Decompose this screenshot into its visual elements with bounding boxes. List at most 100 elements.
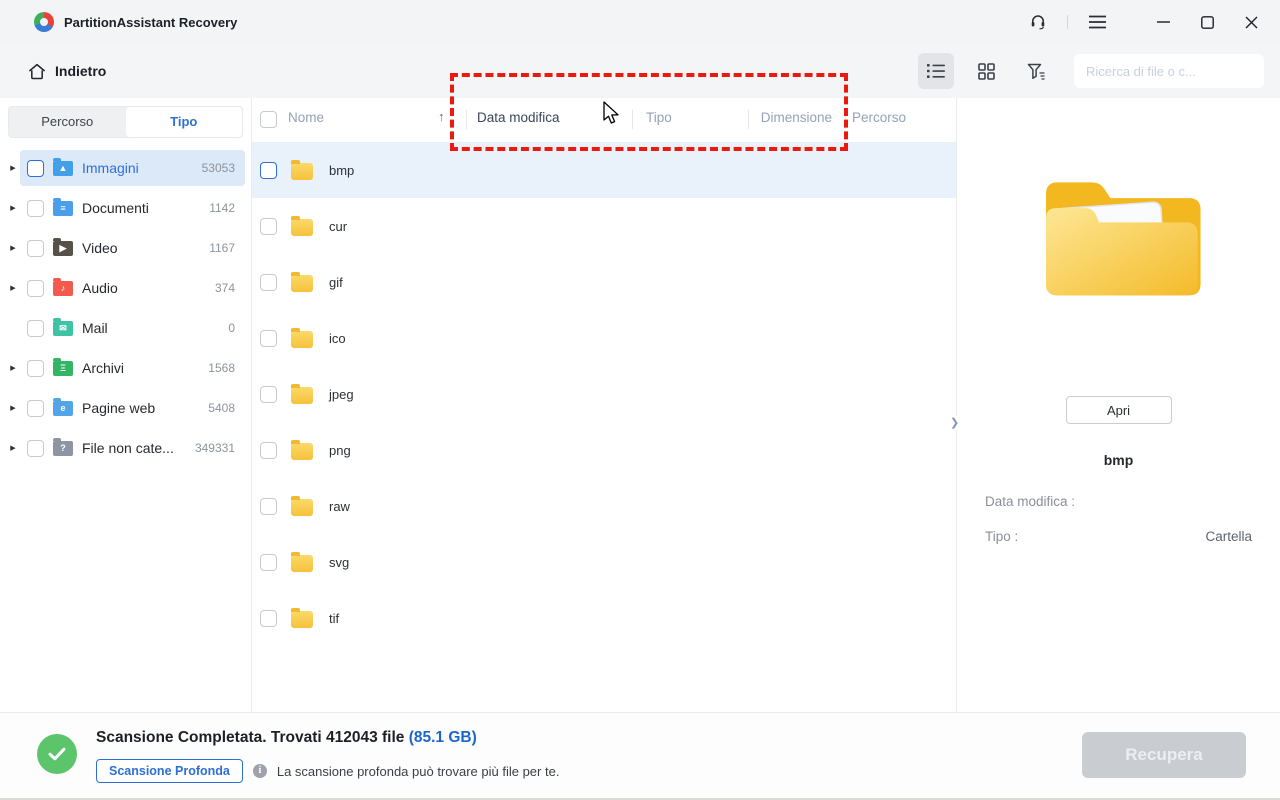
column-divider <box>632 110 633 129</box>
table-row[interactable]: ico <box>252 310 956 366</box>
column-header-tipo[interactable]: Tipo <box>646 110 672 125</box>
row-checkbox[interactable] <box>260 554 277 571</box>
checkbox[interactable] <box>27 240 44 257</box>
sidebar: Percorso Tipo ▶ ▲ Immagini 53053 ▶ <box>0 98 252 712</box>
filter-icon <box>1027 63 1046 80</box>
column-divider <box>466 110 467 129</box>
expand-arrow-icon[interactable]: ▶ <box>6 444 20 452</box>
recover-button[interactable]: Recupera <box>1082 732 1246 778</box>
row-checkbox[interactable] <box>260 610 277 627</box>
sidebar-item-label: Documenti <box>82 200 149 216</box>
row-folder-name: bmp <box>329 163 354 178</box>
archives-folder-icon: Ξ <box>53 361 73 376</box>
grid-view-icon <box>978 63 995 80</box>
row-checkbox[interactable] <box>260 218 277 235</box>
uncategorized-folder-icon: ? <box>53 441 73 456</box>
panel-collapse-chevron-icon[interactable]: ❯ <box>950 416 959 430</box>
table-row[interactable]: bmp <box>252 142 956 198</box>
sidebar-item-count: 349331 <box>195 441 235 455</box>
table-row[interactable]: gif <box>252 254 956 310</box>
preview-file-name: bmp <box>1104 452 1134 468</box>
row-checkbox[interactable] <box>260 330 277 347</box>
checkbox[interactable] <box>27 160 44 177</box>
maximize-button[interactable] <box>1192 7 1222 37</box>
column-divider <box>845 110 846 129</box>
table-row[interactable]: jpeg <box>252 366 956 422</box>
checkbox[interactable] <box>27 400 44 417</box>
expand-arrow-icon[interactable]: ▶ <box>6 284 20 292</box>
table-row[interactable]: png <box>252 422 956 478</box>
open-button[interactable]: Apri <box>1066 396 1172 424</box>
app-logo-icon <box>34 12 54 32</box>
column-header-data-modifica[interactable]: Data modifica <box>477 110 560 125</box>
checkbox[interactable] <box>27 200 44 217</box>
row-checkbox[interactable] <box>260 442 277 459</box>
scan-status-message: Scansione Completata. Trovati 412043 fil… <box>96 729 477 747</box>
search-input[interactable] <box>1086 64 1262 79</box>
sidebar-item[interactable]: ▶ ✉ Mail 0 <box>0 308 251 348</box>
checkbox[interactable] <box>27 360 44 377</box>
row-folder-name: svg <box>329 555 349 570</box>
menu-icon[interactable] <box>1082 7 1112 37</box>
minimize-button[interactable] <box>1148 7 1178 37</box>
expand-arrow-icon[interactable]: ▶ <box>6 364 20 372</box>
close-button[interactable] <box>1236 7 1266 37</box>
column-header-nome[interactable]: Nome <box>288 110 324 125</box>
grid-view-button[interactable] <box>968 53 1004 89</box>
filter-button[interactable] <box>1018 53 1054 89</box>
list-view-button[interactable] <box>918 53 954 89</box>
tab-percorso[interactable]: Percorso <box>9 107 126 137</box>
folder-icon <box>291 611 313 628</box>
expand-arrow-icon[interactable]: ▶ <box>6 404 20 412</box>
column-divider <box>748 110 749 129</box>
documents-folder-icon: ≡ <box>53 201 73 216</box>
expand-arrow-icon[interactable]: ▶ <box>6 164 20 172</box>
column-header-percorso[interactable]: Percorso <box>852 110 906 125</box>
support-headset-icon[interactable] <box>1023 7 1053 37</box>
table-row[interactable]: cur <box>252 198 956 254</box>
sidebar-item[interactable]: ▶ ▲ Immagini 53053 <box>0 148 251 188</box>
row-checkbox[interactable] <box>260 162 277 179</box>
column-header-dimensione[interactable]: Dimensione <box>761 110 832 125</box>
sort-ascending-icon[interactable]: ↑ <box>438 109 445 124</box>
expand-arrow-icon[interactable]: ▶ <box>6 204 20 212</box>
sidebar-item-label: File non cate... <box>82 440 174 456</box>
preview-field-date: Data modifica : <box>985 494 1252 515</box>
table-row[interactable]: tif <box>252 590 956 646</box>
field-label: Data modifica : <box>985 494 1075 515</box>
sidebar-item-count: 53053 <box>202 161 235 175</box>
sidebar-item[interactable]: ▶ ≡ Documenti 1142 <box>0 188 251 228</box>
sidebar-item[interactable]: ▶ ? File non cate... 349331 <box>0 428 251 468</box>
sidebar-item-count: 1568 <box>208 361 235 375</box>
sidebar-item[interactable]: ▶ ▶ Video 1167 <box>0 228 251 268</box>
folder-icon <box>291 219 313 236</box>
expand-arrow-icon[interactable]: ▶ <box>6 244 20 252</box>
preview-field-type: Tipo : Cartella <box>985 529 1252 550</box>
deep-scan-hint: La scansione profonda può trovare più fi… <box>277 764 560 779</box>
row-checkbox[interactable] <box>260 386 277 403</box>
row-checkbox[interactable] <box>260 498 277 515</box>
sidebar-item-label: Archivi <box>82 360 124 376</box>
sidebar-item-label: Pagine web <box>82 400 155 416</box>
row-folder-name: png <box>329 443 351 458</box>
sidebar-item-list: ▶ ▲ Immagini 53053 ▶ ≡ Documenti 1 <box>0 148 251 468</box>
folder-icon <box>291 331 313 348</box>
checkbox[interactable] <box>27 320 44 337</box>
sidebar-item[interactable]: ▶ ♪ Audio 374 <box>0 268 251 308</box>
sidebar-item[interactable]: ▶ e Pagine web 5408 <box>0 388 251 428</box>
table-body: bmp cur gif ico <box>252 142 956 646</box>
sidebar-item[interactable]: ▶ Ξ Archivi 1568 <box>0 348 251 388</box>
table-row[interactable]: svg <box>252 534 956 590</box>
sidebar-item-label: Mail <box>82 320 108 336</box>
deep-scan-button[interactable]: Scansione Profonda <box>96 759 243 783</box>
folder-icon <box>291 443 313 460</box>
file-table: Nome ↑ Data modifica Tipo Dimensione Per… <box>252 98 956 712</box>
select-all-checkbox[interactable] <box>260 111 277 128</box>
checkbox[interactable] <box>27 280 44 297</box>
table-row[interactable]: raw <box>252 478 956 534</box>
mail-folder-icon: ✉ <box>53 321 73 336</box>
checkbox[interactable] <box>27 440 44 457</box>
row-checkbox[interactable] <box>260 274 277 291</box>
tab-tipo[interactable]: Tipo <box>126 107 243 137</box>
back-home-button[interactable]: Indietro <box>28 63 106 80</box>
